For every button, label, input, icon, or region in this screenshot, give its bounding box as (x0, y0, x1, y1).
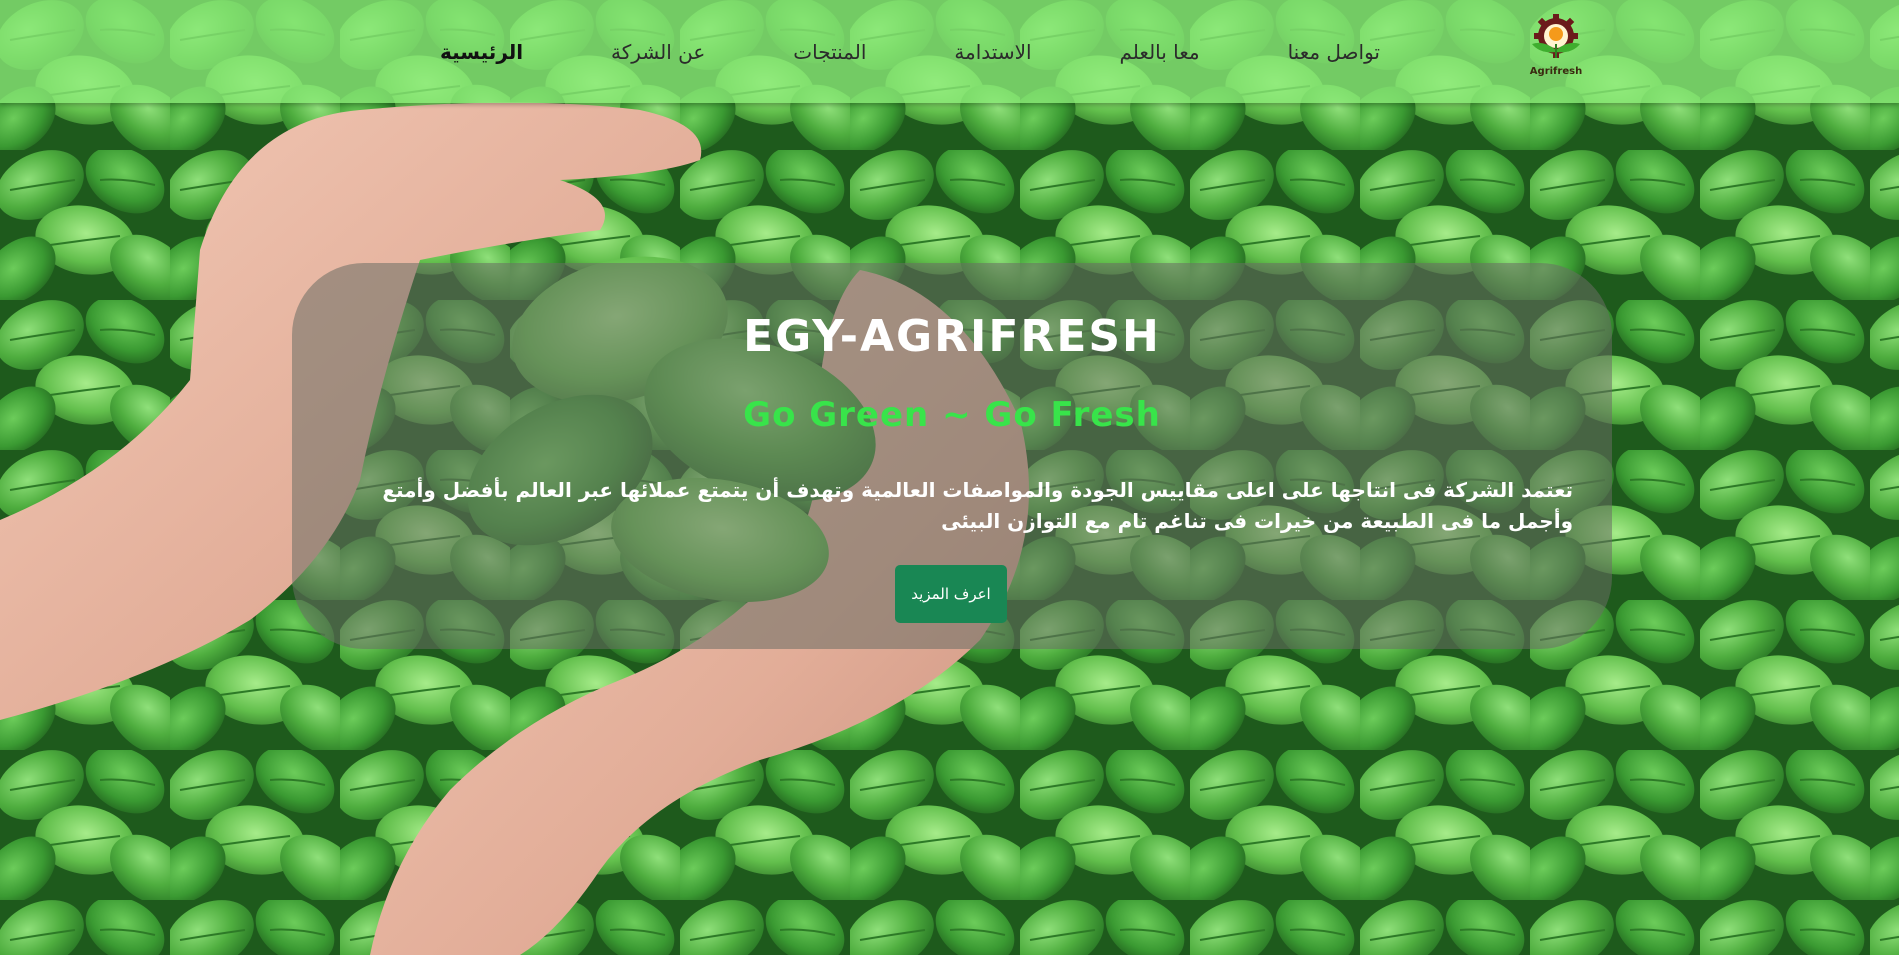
nav-link-home[interactable]: الرئيسية (440, 40, 523, 64)
brand-logo[interactable]: Agrifresh (1518, 14, 1594, 82)
nav-menu: الرئيسية عن الشركة المنتجات الاستدامة مع… (440, 0, 1380, 103)
nav-link-contact[interactable]: تواصل معنا (1288, 40, 1380, 64)
nav-link-products[interactable]: المنتجات (793, 40, 866, 64)
nav-link-sustainability[interactable]: الاستدامة (954, 40, 1031, 64)
hero-card: EGY-AGRIFRESH Go Green ~ Go Fresh تعتمد … (292, 263, 1612, 649)
page: الرئيسية عن الشركة المنتجات الاستدامة مع… (0, 0, 1899, 955)
hero-title: EGY-AGRIFRESH (743, 311, 1161, 362)
hero-subtitle: Go Green ~ Go Fresh (743, 395, 1161, 435)
navbar: الرئيسية عن الشركة المنتجات الاستدامة مع… (0, 0, 1899, 103)
logo-text: Agrifresh (1529, 66, 1583, 77)
hero-description: تعتمد الشركة فى انتاجها على اعلى مقاييس … (382, 478, 1573, 533)
learn-more-button[interactable]: اعرف المزيد (895, 565, 1007, 623)
nav-link-science[interactable]: معا بالعلم (1119, 40, 1199, 64)
agrifresh-logo-icon (1532, 14, 1580, 58)
nav-link-about[interactable]: عن الشركة (611, 40, 705, 64)
